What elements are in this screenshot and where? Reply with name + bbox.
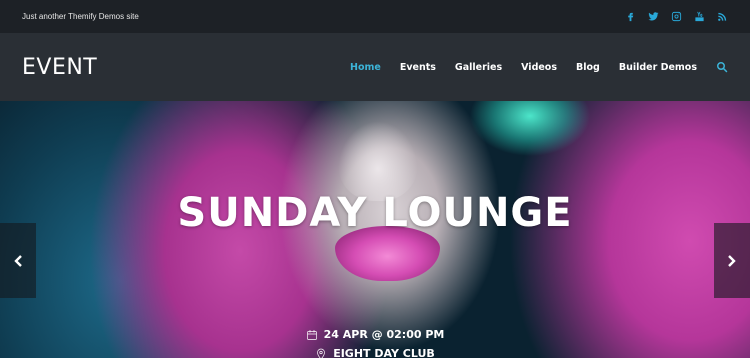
slider-next-button[interactable] [714, 223, 750, 298]
slider-prev-button[interactable] [0, 223, 36, 298]
hero-slider: SUNDAY LOUNGE 24 APR @ 02:00 PM EIGHT DA… [0, 101, 750, 358]
youtube-icon[interactable] [694, 11, 705, 22]
site-tagline: Just another Themify Demos site [22, 12, 139, 21]
event-date-text: 24 APR @ 02:00 PM [323, 328, 445, 341]
site-logo[interactable]: EVENT [22, 55, 97, 80]
chevron-left-icon [14, 254, 22, 267]
nav-item-events[interactable]: Events [400, 62, 436, 73]
calendar-icon [306, 329, 317, 340]
chevron-right-icon [728, 254, 736, 267]
facebook-icon[interactable] [625, 11, 636, 22]
social-links [625, 11, 728, 22]
hero-image-face [338, 121, 418, 201]
twitter-icon[interactable] [648, 11, 659, 22]
event-title[interactable]: SUNDAY LOUNGE [0, 190, 750, 236]
search-icon[interactable] [716, 61, 728, 73]
map-pin-icon [317, 348, 326, 358]
nav-item-home[interactable]: Home [350, 62, 381, 73]
instagram-icon[interactable] [671, 11, 682, 22]
main-nav: Home Events Galleries Videos Blog Builde… [350, 61, 728, 73]
rss-icon[interactable] [717, 11, 728, 22]
site-header: EVENT Home Events Galleries Videos Blog … [0, 33, 750, 101]
event-date: 24 APR @ 02:00 PM [0, 328, 750, 341]
nav-item-videos[interactable]: Videos [521, 62, 557, 73]
nav-item-galleries[interactable]: Galleries [455, 62, 502, 73]
top-bar: Just another Themify Demos site [0, 0, 750, 33]
nav-item-blog[interactable]: Blog [576, 62, 600, 73]
event-location: EIGHT DAY CLUB [0, 347, 750, 358]
nav-item-builder-demos[interactable]: Builder Demos [619, 62, 697, 73]
event-location-text: EIGHT DAY CLUB [333, 347, 435, 358]
